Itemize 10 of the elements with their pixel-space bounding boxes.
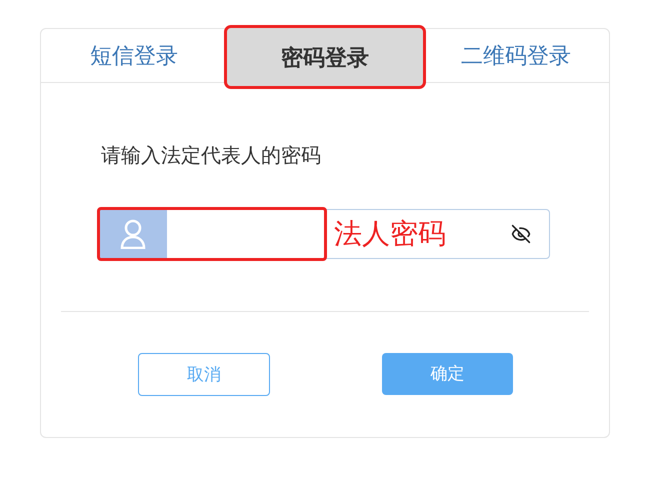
- cancel-button[interactable]: 取消: [138, 353, 270, 396]
- eye-off-icon[interactable]: [511, 224, 531, 244]
- annotation-text: 法人密码: [334, 218, 446, 250]
- user-icon: [99, 210, 167, 258]
- tab[interactable]: 二维码登录: [453, 29, 579, 82]
- tab[interactable]: 密码登录: [227, 28, 423, 86]
- prompt-text: 请输入法定代表人的密码: [101, 144, 321, 169]
- confirm-button[interactable]: 确定: [382, 353, 513, 395]
- tab[interactable]: 短信登录: [82, 29, 186, 82]
- password-field[interactable]: 法人密码: [98, 209, 550, 259]
